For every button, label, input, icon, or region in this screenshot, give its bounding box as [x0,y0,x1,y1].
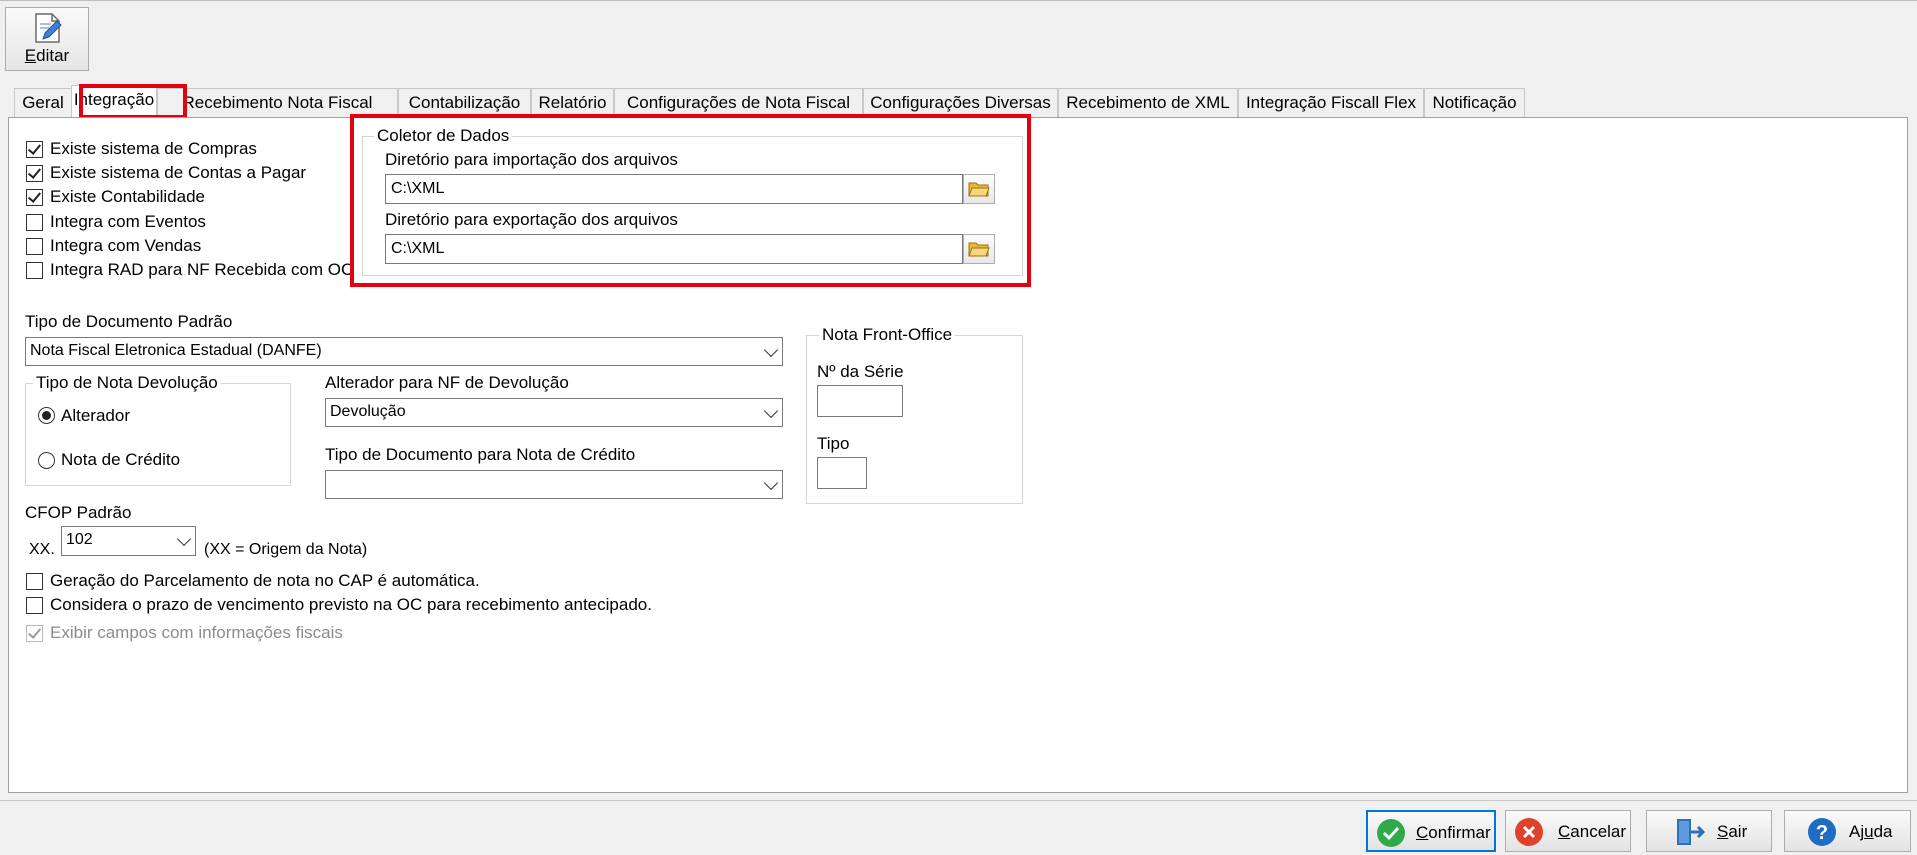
svg-text:?: ? [1816,822,1828,844]
alterador-nf-select[interactable]: Devolução [325,398,783,427]
label-integra-eventos: Integra com Eventos [50,212,206,231]
label-alterador: Alterador [61,406,130,425]
tab-geral[interactable]: Geral [14,88,72,117]
tab-contabilizacao[interactable]: Contabilização [398,88,531,117]
tipo-documento-value: Nota Fiscal Eletronica Estadual (DANFE) [30,342,322,359]
label-sistema-compras: Existe sistema de Compras [50,139,257,158]
checkbox-integra-rad[interactable] [26,262,43,279]
label-integra-rad: Integra RAD para NF Recebida com OC [50,260,354,279]
confirmar-button[interactable]: Confirmar [1366,810,1496,852]
checkbox-exibir-campos-fiscais[interactable] [26,625,43,642]
chevron-down-icon [763,475,779,491]
label-parcelamento-automatico: Geração do Parcelamento de nota no CAP é… [50,571,480,590]
footer-divider [0,800,1917,801]
label-integra-vendas: Integra com Vendas [50,236,202,255]
tab-configuracoes-diversas[interactable]: Configurações Diversas [863,88,1058,117]
help-icon: ? [1808,818,1836,846]
group-title-front-office: Nota Front-Office [819,325,956,345]
label-contabilidade: Existe Contabilidade [50,187,205,206]
checkbox-parcelamento-automatico[interactable] [26,573,43,590]
label-tipo-documento: Tipo de Documento Padrão [25,312,233,331]
checkbox-integra-eventos[interactable] [26,214,43,231]
edit-label: Editar [24,46,70,65]
radio-alterador[interactable] [38,407,55,424]
checkbox-contas-pagar[interactable] [26,165,43,182]
tab-recebimento-xml[interactable]: Recebimento de XML [1058,88,1238,117]
cfop-select[interactable]: 102 [61,526,196,556]
label-contas-pagar: Existe sistema de Contas a Pagar [50,163,307,182]
checkbox-sistema-compras[interactable] [26,141,43,158]
tipo-documento-select[interactable]: Nota Fiscal Eletronica Estadual (DANFE) [25,337,783,366]
chevron-down-icon [763,342,779,358]
tab-relatorio[interactable]: Relatório [531,88,614,117]
highlight-coletor-dados [350,114,1031,287]
tipo-doc-credito-select[interactable] [325,470,783,499]
cancel-circle-icon [1515,818,1543,846]
label-prazo-vencimento: Considera o prazo de vencimento previsto… [50,595,652,614]
tipo-input[interactable] [817,457,867,489]
toolbar: Editar [0,0,1917,81]
checkbox-prazo-vencimento[interactable] [26,597,43,614]
sair-button[interactable]: Sair [1646,810,1772,852]
cfop-hint: (XX = Origem da Nota) [204,541,368,558]
label-exibir-campos-fiscais: Exibir campos com informações fiscais [50,623,343,642]
chevron-down-icon [176,531,192,547]
edit-document-icon [35,13,62,43]
exit-door-icon [1677,819,1706,845]
tab-notificacao[interactable]: Notificação [1424,88,1525,117]
label-alterador-nf: Alterador para NF de Devolução [325,373,569,392]
radio-nota-credito[interactable] [38,452,55,469]
cfop-prefix: XX. [29,541,55,558]
label-numero-serie: Nº da Série [817,362,904,381]
tab-integracao-fiscall-flex[interactable]: Integração Fiscall Flex [1238,88,1424,117]
check-circle-icon [1377,819,1405,847]
highlight-active-tab [79,84,187,119]
label-cfop: CFOP Padrão [25,503,132,522]
cancelar-button[interactable]: Cancelar [1505,810,1631,852]
group-title-tipo-nota: Tipo de Nota Devolução [33,373,221,393]
label-nota-credito: Nota de Crédito [61,450,181,469]
numero-serie-input[interactable] [817,385,903,417]
label-tipo: Tipo [817,434,850,453]
checkbox-integra-vendas[interactable] [26,238,43,255]
tab-recebimento-nota-fiscal[interactable]: Recebimento Nota Fiscal [157,88,398,117]
label-tipo-doc-credito: Tipo de Documento para Nota de Crédito [325,445,636,464]
tab-configuracoes-nota-fiscal[interactable]: Configurações de Nota Fiscal [614,88,863,117]
chevron-down-icon [763,403,779,419]
cfop-value: 102 [66,531,93,548]
ajuda-button[interactable]: ? Ajuda [1784,810,1911,852]
edit-button[interactable]: Editar [5,7,89,71]
checkbox-contabilidade[interactable] [26,189,43,206]
alterador-nf-value: Devolução [330,403,406,420]
